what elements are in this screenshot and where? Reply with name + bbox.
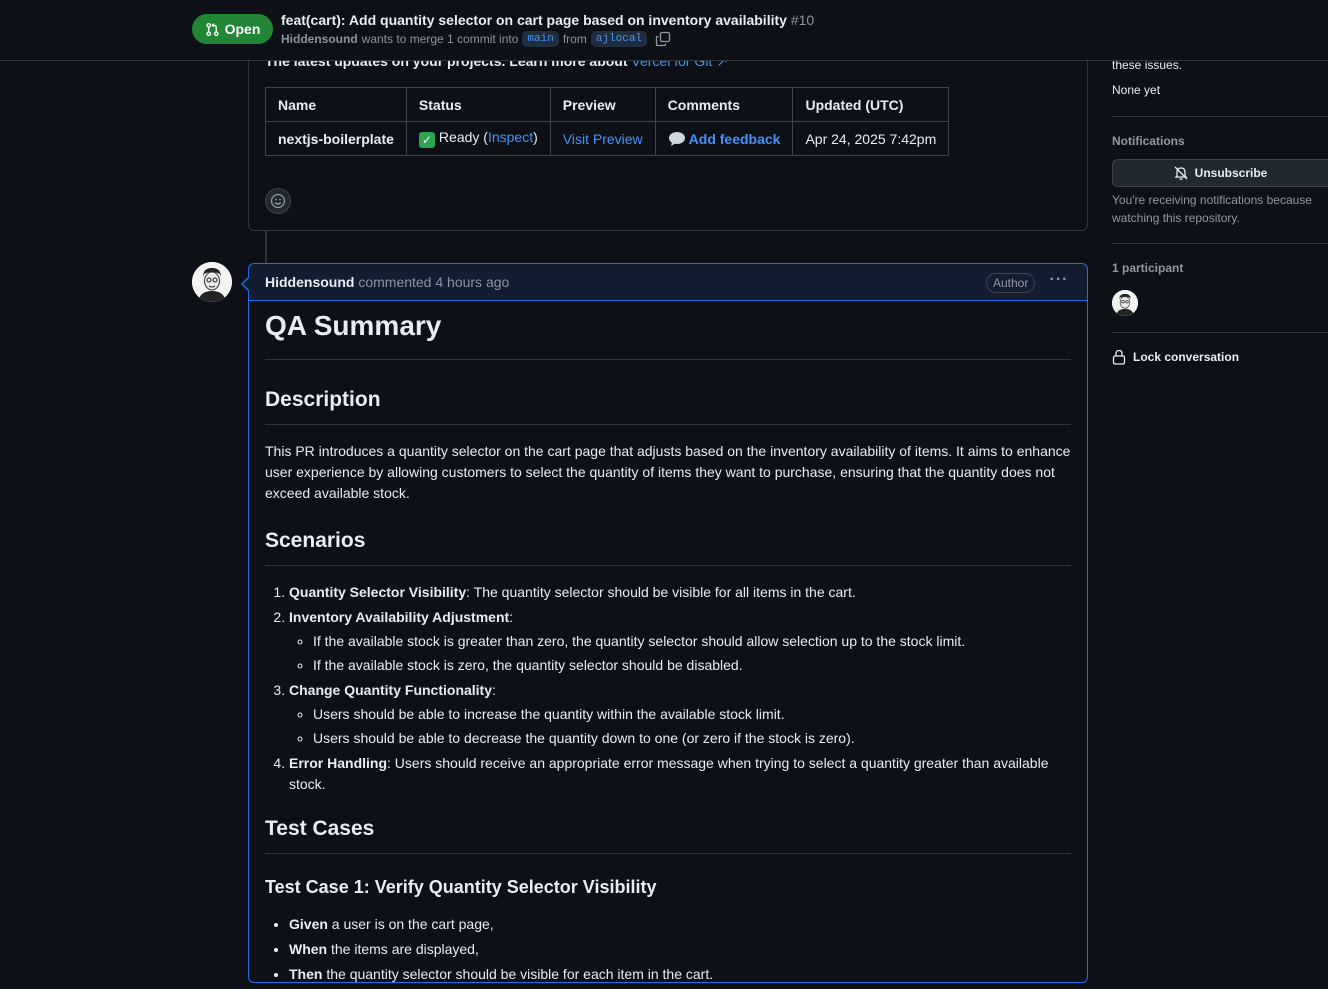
step-keyword: When bbox=[289, 941, 328, 957]
comments-cell: Add feedback bbox=[654, 121, 794, 156]
test-case-1-heading: Test Case 1: Verify Quantity Selector Vi… bbox=[265, 877, 657, 897]
pr-state-badge: Open bbox=[192, 14, 273, 44]
deployments-table: Name Status Preview Comments Updated (UT… bbox=[265, 87, 950, 156]
test-case-1-steps: Given a user is on the cart page, When t… bbox=[265, 914, 1071, 985]
scenario-text: : bbox=[509, 609, 514, 625]
timeline-connector bbox=[265, 231, 267, 263]
step-keyword: Given bbox=[289, 916, 328, 932]
sub-list: If the available stock is greater than z… bbox=[289, 631, 1071, 676]
step-text: a user is on the cart page, bbox=[327, 916, 494, 932]
pr-meta: Hiddensound wants to merge 1 commit into… bbox=[281, 31, 671, 47]
sidebar-divider bbox=[1112, 116, 1328, 117]
add-feedback-link[interactable]: Add feedback bbox=[689, 131, 781, 147]
description-heading: Description bbox=[265, 388, 1071, 425]
comment-timestamp[interactable]: commented 4 hours ago bbox=[358, 274, 509, 290]
comment-body: QA Summary Description This PR introduce… bbox=[265, 310, 1071, 989]
sub-list: Users should be able to increase the qua… bbox=[289, 704, 1071, 749]
scenario-title: Change Quantity Functionality bbox=[289, 682, 493, 698]
table-header-row: Name Status Preview Comments Updated (UT… bbox=[265, 87, 950, 122]
scenario-title: Inventory Availability Adjustment bbox=[289, 609, 510, 625]
base-branch[interactable]: main bbox=[522, 31, 559, 47]
smiley-icon bbox=[270, 193, 286, 209]
scenario-text: : bbox=[492, 682, 496, 698]
list-item: If the available stock is greater than z… bbox=[313, 631, 1071, 652]
lock-conversation-button[interactable]: Lock conversation bbox=[1112, 349, 1239, 365]
column-header-updated: Updated (UTC) bbox=[792, 87, 950, 122]
unsubscribe-button[interactable]: Unsubscribe bbox=[1112, 159, 1328, 187]
list-item: Inventory Availability Adjustment: If th… bbox=[289, 607, 1071, 676]
status-text: Ready ( bbox=[438, 129, 488, 145]
check-icon: ✓ bbox=[418, 132, 435, 148]
commenter-avatar[interactable] bbox=[192, 262, 232, 302]
avatar-portrait-icon bbox=[192, 262, 232, 302]
pr-title-text: feat(cart): Add quantity selector on car… bbox=[281, 12, 787, 28]
scenarios-heading: Scenarios bbox=[265, 529, 1071, 566]
copy-icon[interactable] bbox=[655, 31, 671, 47]
step-text: the quantity selector should be visible … bbox=[322, 966, 714, 982]
sidebar-divider bbox=[1112, 243, 1328, 244]
author-badge: Author bbox=[986, 273, 1036, 293]
pr-author-link[interactable]: Hiddensound bbox=[281, 32, 358, 46]
participant-avatar[interactable] bbox=[1112, 290, 1138, 316]
sidebar-divider bbox=[1112, 332, 1328, 333]
column-header-preview: Preview bbox=[549, 87, 656, 122]
git-pull-request-icon bbox=[206, 22, 219, 36]
pr-state-label: Open bbox=[224, 21, 261, 37]
notifications-heading: Notifications bbox=[1112, 134, 1185, 148]
pr-number: #10 bbox=[790, 12, 815, 28]
description-text: This PR introduces a quantity selector o… bbox=[265, 443, 1071, 501]
updated-cell: Apr 24, 2025 7:42pm bbox=[792, 121, 950, 156]
list-item: If the available stock is zero, the quan… bbox=[313, 655, 1071, 676]
comment-author-link[interactable]: Hiddensound bbox=[265, 274, 354, 290]
head-branch[interactable]: ajlocal bbox=[590, 31, 648, 47]
step-text: the items are displayed, bbox=[327, 941, 479, 957]
unsubscribe-label: Unsubscribe bbox=[1194, 166, 1268, 180]
speech-bubble-icon bbox=[668, 131, 685, 146]
add-reaction-button[interactable] bbox=[265, 188, 291, 214]
list-item: When the items are displayed, bbox=[289, 939, 1071, 960]
list-item: Then the quantity selector should be vis… bbox=[289, 964, 1071, 985]
sticky-pr-header: Open feat(cart): Add quantity selector o… bbox=[0, 0, 1328, 61]
pr-title[interactable]: feat(cart): Add quantity selector on car… bbox=[281, 12, 814, 28]
comment-author-line: Hiddensound commented 4 hours ago bbox=[265, 274, 509, 290]
scenario-title: Quantity Selector Visibility bbox=[289, 584, 467, 600]
notification-reason-line-1: You're receiving notifications because bbox=[1112, 193, 1312, 207]
column-header-comments: Comments bbox=[654, 87, 794, 122]
scenario-text: : The quantity selector should be visibl… bbox=[466, 584, 856, 600]
list-item: Given a user is on the cart page, bbox=[289, 914, 1071, 935]
list-item: Change Quantity Functionality: Users sho… bbox=[289, 680, 1071, 749]
preview-cell: Visit Preview bbox=[549, 121, 656, 156]
project-name: nextjs-boilerplate bbox=[265, 121, 407, 156]
list-item: Error Handling: Users should receive an … bbox=[289, 753, 1071, 795]
merge-text: wants to merge 1 commit into bbox=[361, 32, 519, 46]
lock-icon bbox=[1112, 349, 1126, 365]
lock-conversation-label: Lock conversation bbox=[1133, 350, 1240, 364]
step-keyword: Then bbox=[289, 966, 323, 982]
from-text: from bbox=[562, 32, 587, 46]
inspect-link[interactable]: Inspect bbox=[488, 129, 533, 145]
status-cell: ✓ Ready (Inspect) bbox=[405, 121, 551, 156]
participants-heading: 1 participant bbox=[1112, 261, 1184, 275]
development-none-yet: None yet bbox=[1112, 83, 1161, 97]
comment-options-icon[interactable]: ··· bbox=[1049, 272, 1069, 293]
qa-summary-heading: QA Summary bbox=[265, 310, 1071, 360]
column-header-status: Status bbox=[405, 87, 551, 122]
list-item: Users should be able to increase the qua… bbox=[313, 704, 1071, 725]
notification-reason-line-2: watching this repository. bbox=[1112, 211, 1240, 225]
list-item: Users should be able to decrease the qua… bbox=[313, 728, 1071, 749]
scenarios-list: Quantity Selector Visibility: The quanti… bbox=[265, 582, 1071, 795]
table-row: nextjs-boilerplate ✓ Ready (Inspect) Visi… bbox=[265, 121, 950, 156]
visit-preview-link[interactable]: Visit Preview bbox=[563, 131, 643, 147]
avatar-portrait-icon bbox=[1112, 290, 1138, 316]
status-suffix: ) bbox=[533, 129, 538, 145]
scenario-text: : Users should receive an appropriate er… bbox=[289, 755, 1049, 792]
list-item: Quantity Selector Visibility: The quanti… bbox=[289, 582, 1071, 603]
bell-slash-icon bbox=[1174, 166, 1188, 180]
test-cases-heading: Test Cases bbox=[265, 817, 1071, 854]
scenario-title: Error Handling bbox=[289, 755, 388, 771]
column-header-name: Name bbox=[265, 87, 407, 122]
